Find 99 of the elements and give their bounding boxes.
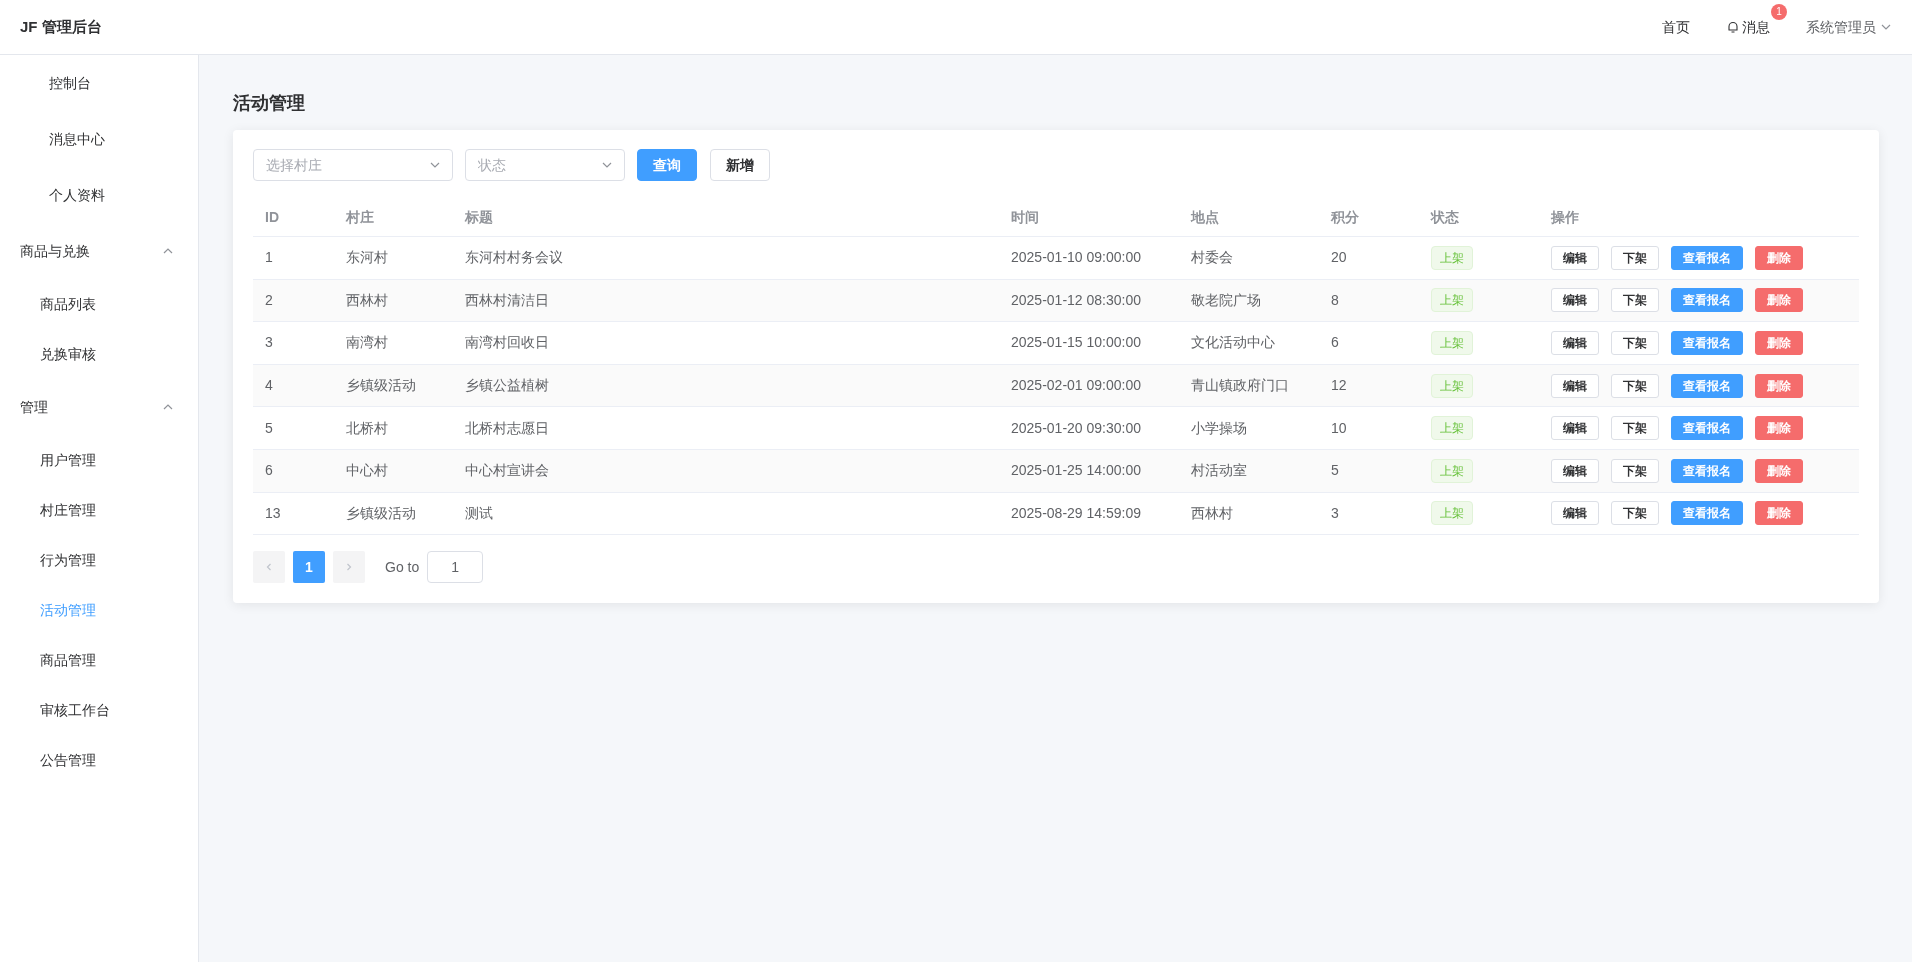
menu-item[interactable]: 消息中心 bbox=[0, 111, 198, 167]
chevron-right-icon bbox=[344, 562, 354, 573]
table-cell: 20 bbox=[1331, 249, 1347, 266]
column-header: 时间 bbox=[1011, 208, 1039, 225]
column-header: 操作 bbox=[1551, 208, 1579, 225]
table-cell: 2025-01-15 10:00:00 bbox=[1011, 334, 1141, 351]
action-button[interactable]: 下架 bbox=[1611, 288, 1659, 313]
table-cell: 2025-02-01 09:00:00 bbox=[1011, 377, 1141, 394]
column-header: 状态 bbox=[1431, 208, 1459, 225]
table-cell: 青山镇政府门口 bbox=[1191, 377, 1289, 394]
action-button[interactable]: 编辑 bbox=[1551, 416, 1599, 441]
table-cell: 南湾村回收日 bbox=[465, 334, 549, 351]
table-cell: 西林村清洁日 bbox=[465, 291, 549, 308]
action-button[interactable]: 下架 bbox=[1611, 331, 1659, 355]
goto-label: Go to bbox=[385, 557, 420, 577]
page-title: 活动管理 bbox=[233, 92, 306, 115]
table-cell: 4 bbox=[265, 377, 273, 394]
status-tag: 上架 bbox=[1431, 331, 1473, 355]
menu-item[interactable]: 用户管理 bbox=[0, 435, 198, 485]
menu-item[interactable]: 审核工作台 bbox=[0, 685, 198, 735]
table-cell: 8 bbox=[1331, 291, 1339, 308]
table-cell: 13 bbox=[265, 504, 281, 521]
column-header: 村庄 bbox=[346, 208, 374, 225]
table-cell: 6 bbox=[265, 462, 273, 479]
menu-item[interactable]: 公告管理 bbox=[0, 735, 198, 785]
table-cell: 2025-01-12 08:30:00 bbox=[1011, 291, 1141, 308]
table-cell: 5 bbox=[265, 419, 273, 436]
next-page-button[interactable] bbox=[333, 551, 365, 584]
menu-item[interactable]: 商品管理 bbox=[0, 635, 198, 685]
action-button[interactable]: 编辑 bbox=[1551, 458, 1599, 483]
table-cell: 2025-01-10 09:00:00 bbox=[1011, 249, 1141, 266]
previous-page-button[interactable] bbox=[253, 551, 285, 584]
user-menu[interactable]: 系统管理员 bbox=[1806, 16, 1892, 38]
action-button[interactable]: 下架 bbox=[1611, 416, 1659, 441]
menu-item[interactable]: 个人资料 bbox=[0, 167, 198, 223]
action-button[interactable]: 编辑 bbox=[1551, 373, 1599, 398]
table-cell: 1 bbox=[265, 249, 273, 266]
table-cell: 12 bbox=[1331, 377, 1347, 394]
app-title: JF 管理后台 bbox=[20, 16, 102, 37]
bell-icon bbox=[1726, 20, 1740, 34]
table-cell: 乡镇级活动 bbox=[346, 504, 416, 521]
status-tag: 上架 bbox=[1431, 416, 1473, 441]
add-button[interactable]: 新增 bbox=[710, 149, 770, 181]
table-cell: 北桥村志愿日 bbox=[465, 419, 549, 436]
action-button[interactable]: 编辑 bbox=[1551, 288, 1599, 313]
menu-group[interactable]: 商品与兑换 bbox=[0, 223, 198, 279]
table-cell: 3 bbox=[265, 334, 273, 351]
table-cell: 西林村 bbox=[346, 291, 388, 308]
table-cell: 东河村村务会议 bbox=[465, 249, 563, 266]
table-cell: 中心村 bbox=[346, 462, 388, 479]
action-button[interactable]: 下架 bbox=[1611, 458, 1659, 483]
table-cell: 测试 bbox=[465, 504, 493, 521]
table-cell: 3 bbox=[1331, 504, 1339, 521]
table-cell: 乡镇级活动 bbox=[346, 377, 416, 394]
menu-item[interactable]: 商品列表 bbox=[0, 279, 198, 329]
status-tag: 上架 bbox=[1431, 458, 1473, 483]
status-tag: 上架 bbox=[1431, 501, 1473, 526]
menu-item[interactable]: 村庄管理 bbox=[0, 485, 198, 535]
column-header: 积分 bbox=[1331, 208, 1359, 225]
action-button[interactable]: 下架 bbox=[1611, 501, 1659, 526]
table-cell: 北桥村 bbox=[346, 419, 388, 436]
chevron-left-icon bbox=[264, 562, 274, 573]
table-cell: 2 bbox=[265, 291, 273, 308]
table-cell: 东河村 bbox=[346, 249, 388, 266]
select-field[interactable]: 状态 bbox=[465, 149, 625, 181]
action-button[interactable]: 编辑 bbox=[1551, 501, 1599, 526]
unread-badge: 1 bbox=[1771, 3, 1787, 20]
action-button[interactable]: 编辑 bbox=[1551, 245, 1599, 270]
table-cell: 村委会 bbox=[1191, 249, 1233, 266]
table-cell: 村活动室 bbox=[1191, 462, 1247, 479]
table-cell: 2025-08-29 14:59:09 bbox=[1011, 504, 1141, 521]
home-link[interactable]: 首页 bbox=[1662, 16, 1690, 38]
table-cell: 敬老院广场 bbox=[1191, 291, 1261, 308]
column-header: ID bbox=[265, 208, 279, 225]
table-cell: 中心村宣讲会 bbox=[465, 462, 549, 479]
table-cell: 2025-01-25 14:00:00 bbox=[1011, 462, 1141, 479]
menu-item[interactable]: 控制台 bbox=[0, 55, 198, 111]
page-input[interactable]: 1 bbox=[427, 551, 484, 584]
table-cell: 文化活动中心 bbox=[1191, 334, 1275, 351]
table-cell: 西林村 bbox=[1191, 504, 1233, 521]
table-cell: 6 bbox=[1331, 334, 1339, 351]
action-button[interactable]: 下架 bbox=[1611, 373, 1659, 398]
table-cell: 南湾村 bbox=[346, 334, 388, 351]
table-cell: 5 bbox=[1331, 462, 1339, 479]
table-cell: 小学操场 bbox=[1191, 419, 1247, 436]
select-field[interactable]: 选择村庄 bbox=[253, 149, 453, 181]
menu-group[interactable]: 管理 bbox=[0, 379, 198, 435]
status-tag: 上架 bbox=[1431, 373, 1473, 398]
table-cell: 乡镇公益植树 bbox=[465, 377, 549, 394]
table-cell: 10 bbox=[1331, 419, 1347, 436]
action-button[interactable]: 下架 bbox=[1611, 245, 1659, 270]
menu-item[interactable]: 兑换审核 bbox=[0, 329, 198, 379]
column-header: 地点 bbox=[1191, 208, 1219, 225]
menu-item[interactable]: 行为管理 bbox=[0, 535, 198, 585]
table-cell: 2025-01-20 09:30:00 bbox=[1011, 419, 1141, 436]
column-header: 标题 bbox=[465, 208, 493, 225]
action-button[interactable]: 编辑 bbox=[1551, 331, 1599, 355]
status-tag: 上架 bbox=[1431, 245, 1473, 270]
status-tag: 上架 bbox=[1431, 288, 1473, 313]
